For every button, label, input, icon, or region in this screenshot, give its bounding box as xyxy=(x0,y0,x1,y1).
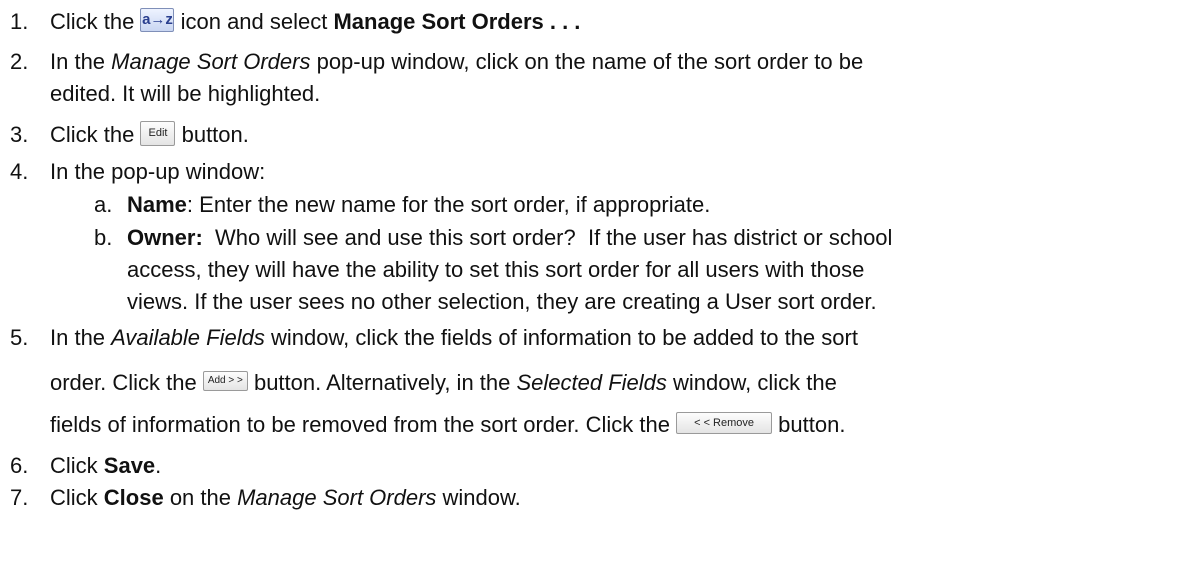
edit-button-image: Edit xyxy=(140,120,176,146)
step-text: edited. It will be highlighted. xyxy=(50,81,321,106)
window-name: Selected Fields xyxy=(516,370,667,395)
step-number: 2. xyxy=(10,49,29,74)
substep-text: : Enter the new name for the sort order,… xyxy=(186,192,711,217)
step-text: icon and select xyxy=(174,9,334,34)
field-name: Owner: xyxy=(127,225,203,250)
window-name: Manage Sort Orders xyxy=(237,485,437,510)
step-text: In the xyxy=(50,325,112,350)
substep-letter: b. xyxy=(94,225,113,250)
step-text: window. xyxy=(436,485,521,510)
button-name: Close xyxy=(103,485,164,510)
substep-text: views. If the user sees no other selecti… xyxy=(127,289,877,314)
add-button-image: Add > > xyxy=(202,371,248,392)
step-text: button. xyxy=(772,412,846,437)
remove-button-image: < < Remove xyxy=(676,412,773,435)
step-text: on the xyxy=(163,485,238,510)
substep-letter: a. xyxy=(94,192,113,217)
window-name: Manage Sort Orders xyxy=(111,49,311,74)
step-text: Click xyxy=(50,453,104,478)
step-text: In the pop-up window: xyxy=(50,159,266,184)
step-text: Click the xyxy=(50,9,141,34)
window-name: Available Fields xyxy=(111,325,265,350)
step-number: 3. xyxy=(10,122,29,147)
step-text: . xyxy=(155,453,162,478)
step-text: button. Alternatively, in the xyxy=(247,370,517,395)
field-name: Name xyxy=(127,192,187,217)
instructions-page: 1. Click the a→z icon and select Manage … xyxy=(0,0,1182,583)
step-number: 1. xyxy=(10,9,29,34)
step-text: fields of information to be removed from… xyxy=(50,412,677,437)
step-text: window, click the xyxy=(666,370,837,395)
a-z-sort-icon: a→z xyxy=(140,8,175,33)
step-text: button. xyxy=(175,122,249,147)
step-text: order. Click the xyxy=(50,370,203,395)
step-number: 4. xyxy=(10,159,29,184)
step-number: 6. xyxy=(10,453,29,478)
step-number: 7. xyxy=(10,485,29,510)
substep-text: Who will see and use this sort order? If… xyxy=(202,225,893,250)
menu-item-name: Manage Sort Orders . . . xyxy=(333,9,581,34)
substep-text: access, they will have the ability to se… xyxy=(127,257,865,282)
step-text: Click the xyxy=(50,122,141,147)
button-name: Save xyxy=(103,453,156,478)
step-text: Click xyxy=(50,485,104,510)
step-text: window, click the fields of information … xyxy=(264,325,858,350)
step-number: 5. xyxy=(10,325,29,350)
step-text: In the xyxy=(50,49,112,74)
step-text: pop-up window, click on the name of the … xyxy=(310,49,864,74)
